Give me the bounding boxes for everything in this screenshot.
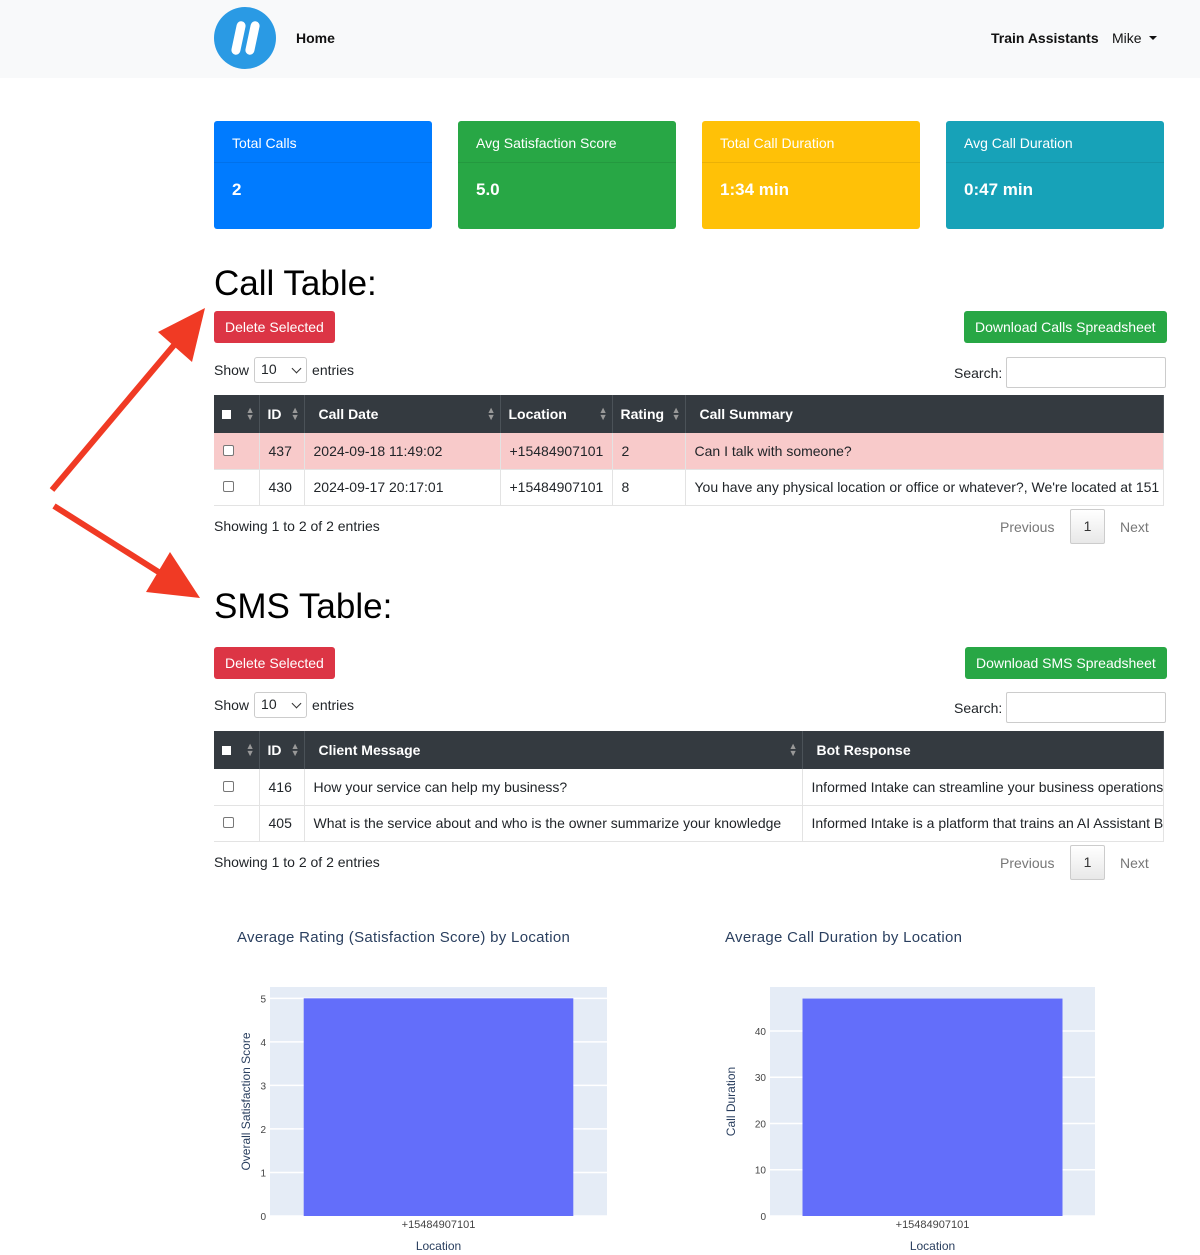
y-tick-label: 5 (260, 994, 266, 1005)
y-tick-label: 40 (755, 1027, 767, 1038)
col-id[interactable]: ID ▲ ▼ (259, 731, 305, 769)
table-row[interactable]: 405 What is the service about and who is … (214, 805, 1164, 841)
y-tick-label: 0 (260, 1212, 266, 1223)
logo[interactable] (214, 7, 276, 69)
y-tick-label: 4 (260, 1038, 266, 1049)
sms-search-input[interactable] (1006, 692, 1167, 723)
page-1-button[interactable]: 1 (1070, 845, 1105, 880)
rating-chart: 0 1 2 3 4 5 +15484907101 Location Overall Satisf… (239, 987, 607, 1253)
x-axis-label: Location (416, 1239, 461, 1253)
stat-card: Avg Satisfaction Score 5.0 (458, 121, 676, 229)
duration-chart: 0 10 20 30 40 +15484907101 Location Call Durati… (724, 987, 1095, 1253)
call-search-input[interactable] (1006, 357, 1167, 388)
next-page-button[interactable]: Next (1120, 855, 1149, 871)
row-checkbox[interactable] (223, 444, 234, 456)
download-sms-button[interactable]: Download SMS Spreadsheet (965, 647, 1167, 679)
delete-selected-sms-button[interactable]: Delete Selected (214, 647, 335, 679)
row-checkbox[interactable] (223, 780, 234, 792)
stat-label: Avg Satisfaction Score (458, 121, 676, 163)
arrow-head-icon (146, 552, 200, 598)
search-label: Search: (954, 364, 1003, 381)
select-all-header[interactable]: ▲ ▼ (214, 395, 260, 433)
delete-selected-calls-button[interactable]: Delete Selected (214, 311, 335, 343)
x-tick-label: +15484907101 (896, 1219, 970, 1231)
table-row[interactable]: 430 2024-09-17 20:17:01 +15484907101 8 You h… (214, 469, 1164, 505)
call-table-info: Showing 1 to 2 of 2 entries (214, 518, 380, 534)
entries-label: entries (312, 362, 355, 378)
stat-value: 1:34 min (720, 180, 789, 199)
stat-label: Total Calls (214, 121, 432, 163)
next-page-button[interactable]: Next (1120, 519, 1149, 535)
bar (303, 998, 574, 1216)
select-all-header[interactable]: ▲ ▼ (214, 731, 260, 769)
y-axis-label: Overall Satisfaction Score (239, 1032, 253, 1170)
page-1-button[interactable]: 1 (1070, 509, 1105, 544)
y-tick-label: 3 (260, 1081, 266, 1092)
row-checkbox[interactable] (223, 817, 234, 828)
table-row[interactable]: 437 2024-09-18 11:49:02 +15484907101 2 Can I… (214, 433, 1164, 470)
y-tick-label: 20 (755, 1119, 767, 1130)
download-calls-button[interactable]: Download Calls Spreadsheet (964, 311, 1167, 343)
stat-value: 0:47 min (964, 180, 1033, 199)
arrow-to-sms-table (52, 503, 170, 581)
y-tick-label: 2 (260, 1125, 266, 1136)
table-row[interactable]: 416 How your service can help my business… (214, 769, 1164, 806)
stat-label: Avg Call Duration (946, 121, 1164, 163)
call-table-title: Call Table: (214, 264, 377, 303)
col-bot-response[interactable]: Bot Response (802, 731, 1164, 769)
stat-label: Total Call Duration (702, 121, 920, 163)
col-call-date[interactable]: Call Date ▲ ▼ (304, 395, 501, 433)
y-axis-label: Call Duration (724, 1067, 738, 1136)
bar (802, 998, 1063, 1216)
page-size-select[interactable]: 10 (254, 357, 308, 383)
col-call-summary[interactable]: Call Summary (685, 395, 1164, 433)
col-rating[interactable]: Rating ▲ ▼ (612, 395, 686, 433)
previous-page-button[interactable]: Previous (1000, 855, 1054, 871)
col-client-message[interactable]: Client Message ▲ ▼ (304, 731, 803, 769)
arrow-to-call-table (49, 336, 183, 492)
navbar: Home Train Assistants Mike (0, 0, 1200, 78)
annotation-arrows (49, 308, 205, 598)
col-location[interactable]: Location ▲ ▼ (500, 395, 613, 433)
select-all-checkbox[interactable] (222, 410, 231, 419)
stat-card: Total Calls 2 (214, 121, 432, 229)
col-id[interactable]: ID ▲ ▼ (259, 395, 305, 433)
select-all-checkbox[interactable] (222, 746, 231, 755)
nav-home[interactable]: Home (296, 30, 335, 46)
stat-card: Avg Call Duration 0:47 min (946, 121, 1164, 229)
nav-train-assistants[interactable]: Train Assistants (991, 30, 1099, 46)
x-axis-label: Location (910, 1239, 955, 1253)
chart-title: Average Call Duration by Location (725, 929, 963, 946)
y-tick-label: 1 (260, 1168, 266, 1179)
previous-page-button[interactable]: Previous (1000, 519, 1054, 535)
entries-label: entries (312, 697, 355, 713)
x-tick-label: +15484907101 (402, 1219, 476, 1231)
stat-value: 5.0 (476, 180, 500, 199)
sms-table-title: SMS Table: (214, 587, 393, 626)
sms-table: ▲ ▼ ID ▲ ▼ Client Message ▲ ▼ Bot Response 41… (214, 731, 1164, 842)
sms-table-info: Showing 1 to 2 of 2 entries (214, 854, 380, 870)
y-tick-label: 30 (755, 1073, 767, 1084)
search-label: Search: (954, 699, 1003, 716)
show-label: Show (214, 697, 250, 713)
call-table: ▲ ▼ ID ▲ ▼ Call Date ▲ ▼ Location ▲ ▼ Rating ▲ ▼ … (214, 395, 1164, 506)
stat-value: 2 (232, 180, 242, 199)
y-tick-label: 10 (755, 1166, 767, 1177)
stat-card: Total Call Duration 1:34 min (702, 121, 920, 229)
page-size-select[interactable]: 10 (254, 692, 308, 718)
chart-title: Average Rating (Satisfaction Score) by L… (237, 929, 571, 946)
show-label: Show (214, 362, 250, 378)
y-tick-label: 0 (760, 1212, 766, 1223)
user-dropdown[interactable]: Mike (1112, 30, 1157, 46)
row-checkbox[interactable] (223, 481, 234, 492)
